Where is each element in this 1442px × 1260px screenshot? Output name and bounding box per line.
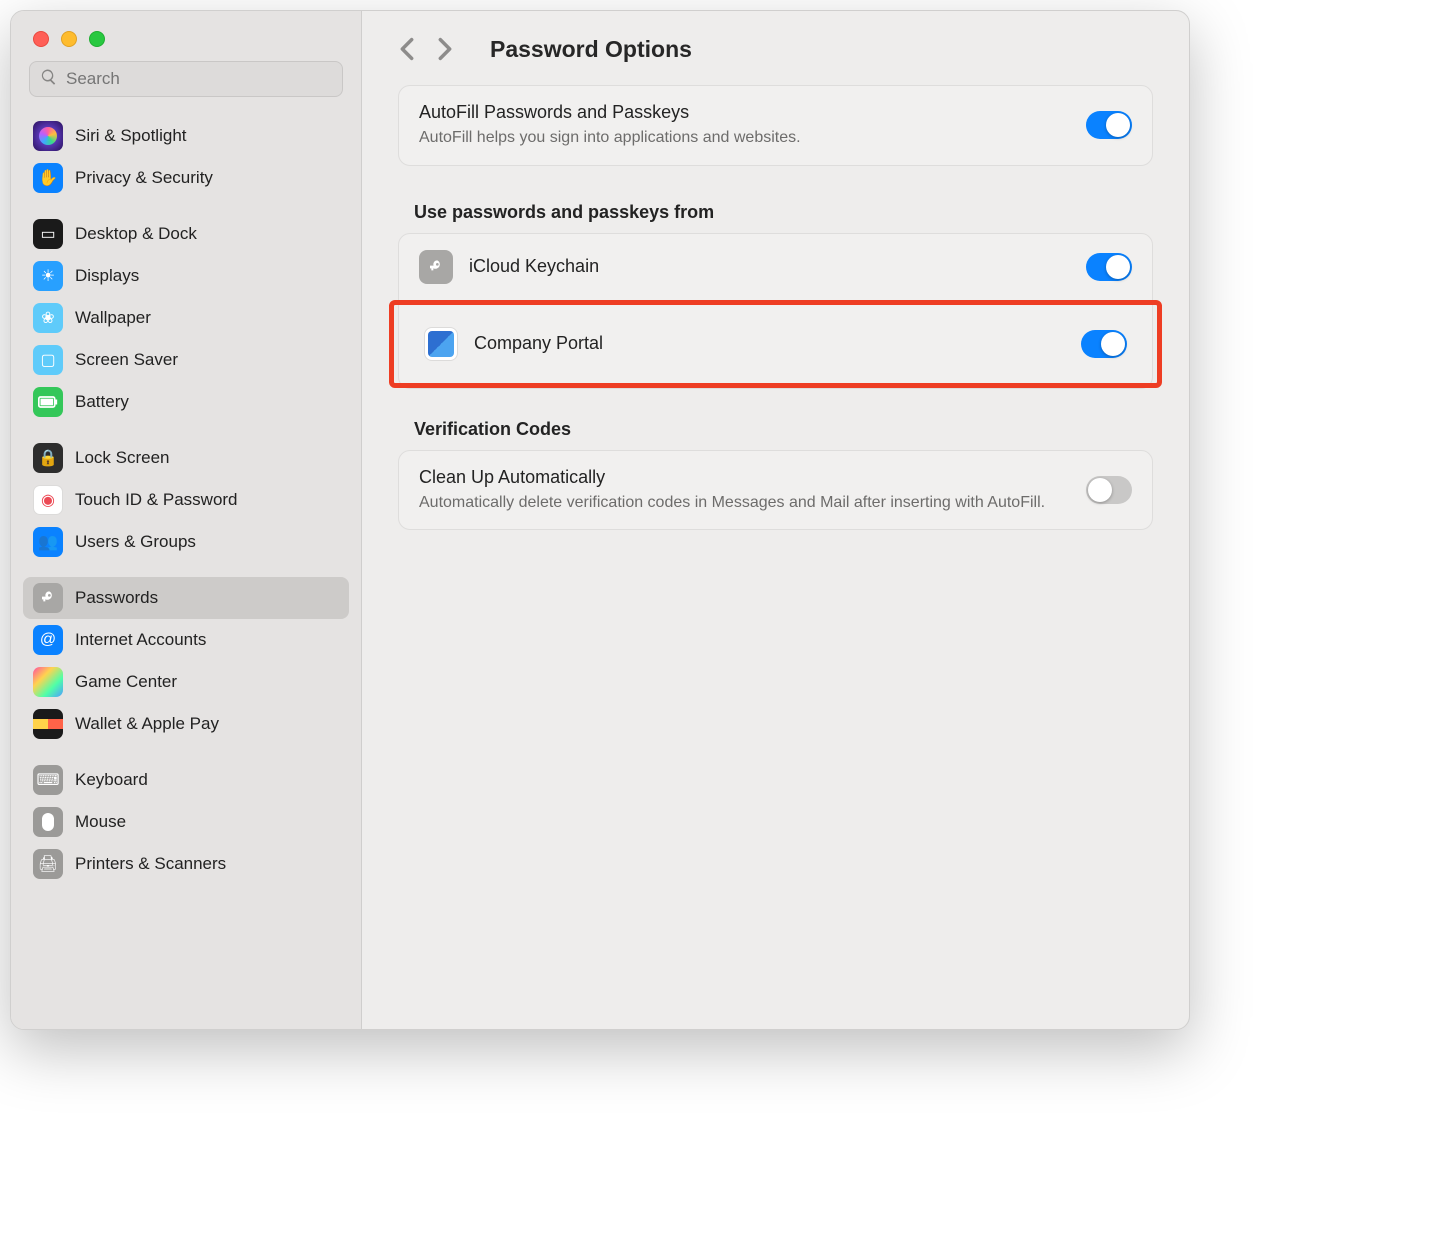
header: Password Options xyxy=(398,35,1153,63)
wallpaper-icon: ❀ xyxy=(33,303,63,333)
sidebar-item-label: Siri & Spotlight xyxy=(75,126,187,146)
zoom-window-button[interactable] xyxy=(89,31,105,47)
sidebar-item-label: Printers & Scanners xyxy=(75,854,226,874)
sidebar-item-label: Battery xyxy=(75,392,129,412)
cleanup-row: Clean Up Automatically Automatically del… xyxy=(399,451,1152,530)
sidebar-item-wallet[interactable]: Wallet & Apple Pay xyxy=(23,703,349,745)
window-controls xyxy=(11,11,361,61)
sidebar-item-label: Wallpaper xyxy=(75,308,151,328)
cleanup-toggle[interactable] xyxy=(1086,476,1132,504)
sidebar-item-label: Wallet & Apple Pay xyxy=(75,714,219,734)
provider-label: Company Portal xyxy=(474,333,1065,354)
search-field[interactable] xyxy=(29,61,343,97)
minimize-window-button[interactable] xyxy=(61,31,77,47)
close-window-button[interactable] xyxy=(33,31,49,47)
sidebar-item-mouse[interactable]: Mouse xyxy=(23,801,349,843)
sidebar-item-internet-accounts[interactable]: @ Internet Accounts xyxy=(23,619,349,661)
company-portal-icon xyxy=(424,327,458,361)
system-settings-window: Siri & Spotlight ✋ Privacy & Security ▭ … xyxy=(10,10,1190,1030)
providers-card: iCloud Keychain Company Portal xyxy=(398,233,1153,389)
sidebar-item-label: Passwords xyxy=(75,588,158,608)
provider-label: iCloud Keychain xyxy=(469,256,1070,277)
displays-icon: ☀ xyxy=(33,261,63,291)
siri-icon xyxy=(33,121,63,151)
search-input[interactable] xyxy=(66,69,332,89)
sidebar-list: Siri & Spotlight ✋ Privacy & Security ▭ … xyxy=(11,107,361,1029)
sidebar-item-label: Touch ID & Password xyxy=(75,490,238,510)
sidebar-item-touch-id[interactable]: ◉ Touch ID & Password xyxy=(23,479,349,521)
users-icon: 👥 xyxy=(33,527,63,557)
sidebar-item-screen-saver[interactable]: ▢ Screen Saver xyxy=(23,339,349,381)
sidebar-item-keyboard[interactable]: ⌨ Keyboard xyxy=(23,759,349,801)
autofill-toggle[interactable] xyxy=(1086,111,1132,139)
sidebar-item-users-groups[interactable]: 👥 Users & Groups xyxy=(23,521,349,563)
provider-row-company-portal: Company Portal xyxy=(404,311,1147,377)
sidebar: Siri & Spotlight ✋ Privacy & Security ▭ … xyxy=(11,11,362,1029)
verification-header: Verification Codes xyxy=(414,419,1153,440)
cleanup-title: Clean Up Automatically xyxy=(419,467,1070,488)
sidebar-item-battery[interactable]: Battery xyxy=(23,381,349,423)
autofill-row: AutoFill Passwords and Passkeys AutoFill… xyxy=(399,86,1152,165)
search-icon xyxy=(40,68,58,91)
sidebar-item-displays[interactable]: ☀ Displays xyxy=(23,255,349,297)
autofill-title: AutoFill Passwords and Passkeys xyxy=(419,102,1070,123)
providers-header: Use passwords and passkeys from xyxy=(414,202,1153,223)
hand-icon: ✋ xyxy=(33,163,63,193)
game-center-icon xyxy=(33,667,63,697)
sidebar-item-printers-scanners[interactable]: 🖨 Printers & Scanners xyxy=(23,843,349,885)
sidebar-item-label: Keyboard xyxy=(75,770,148,790)
sidebar-item-lock-screen[interactable]: 🔒 Lock Screen xyxy=(23,437,349,479)
fingerprint-icon: ◉ xyxy=(33,485,63,515)
screen-saver-icon: ▢ xyxy=(33,345,63,375)
company-portal-toggle[interactable] xyxy=(1081,330,1127,358)
key-icon xyxy=(33,583,63,613)
mouse-icon xyxy=(33,807,63,837)
sidebar-item-label: Displays xyxy=(75,266,139,286)
icloud-keychain-toggle[interactable] xyxy=(1086,253,1132,281)
back-button[interactable] xyxy=(398,35,416,63)
dock-icon: ▭ xyxy=(33,219,63,249)
highlighted-provider: Company Portal xyxy=(389,300,1162,388)
sidebar-item-siri-spotlight[interactable]: Siri & Spotlight xyxy=(23,115,349,157)
sidebar-item-label: Lock Screen xyxy=(75,448,170,468)
sidebar-item-label: Privacy & Security xyxy=(75,168,213,188)
sidebar-item-label: Desktop & Dock xyxy=(75,224,197,244)
autofill-subtitle: AutoFill helps you sign into application… xyxy=(419,127,1070,149)
verification-card: Clean Up Automatically Automatically del… xyxy=(398,450,1153,531)
forward-button[interactable] xyxy=(436,35,454,63)
sidebar-item-passwords[interactable]: Passwords xyxy=(23,577,349,619)
sidebar-item-privacy-security[interactable]: ✋ Privacy & Security xyxy=(23,157,349,199)
lock-icon: 🔒 xyxy=(33,443,63,473)
sidebar-item-label: Mouse xyxy=(75,812,126,832)
sidebar-item-desktop-dock[interactable]: ▭ Desktop & Dock xyxy=(23,213,349,255)
autofill-card: AutoFill Passwords and Passkeys AutoFill… xyxy=(398,85,1153,166)
sidebar-item-game-center[interactable]: Game Center xyxy=(23,661,349,703)
sidebar-item-label: Screen Saver xyxy=(75,350,178,370)
printer-icon: 🖨 xyxy=(33,849,63,879)
provider-row-icloud: iCloud Keychain xyxy=(399,234,1152,300)
keyboard-icon: ⌨ xyxy=(33,765,63,795)
main-content: Password Options AutoFill Passwords and … xyxy=(362,11,1189,1029)
sidebar-item-label: Game Center xyxy=(75,672,177,692)
sidebar-item-label: Users & Groups xyxy=(75,532,196,552)
battery-icon xyxy=(33,387,63,417)
cleanup-subtitle: Automatically delete verification codes … xyxy=(419,492,1070,514)
page-title: Password Options xyxy=(490,36,692,63)
keychain-icon xyxy=(419,250,453,284)
wallet-icon xyxy=(33,709,63,739)
at-icon: @ xyxy=(33,625,63,655)
sidebar-item-label: Internet Accounts xyxy=(75,630,206,650)
sidebar-item-wallpaper[interactable]: ❀ Wallpaper xyxy=(23,297,349,339)
